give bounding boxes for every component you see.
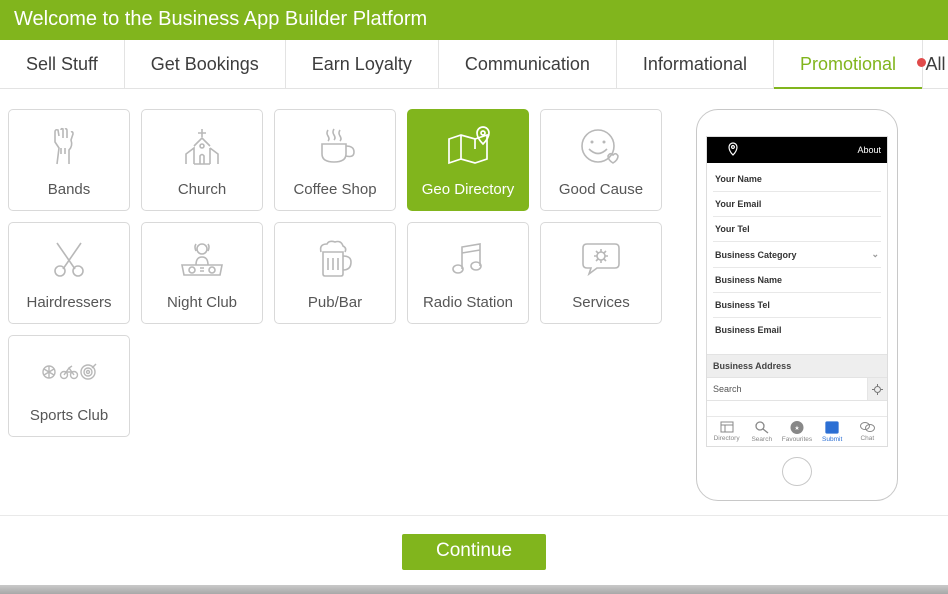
coffee-icon	[279, 120, 391, 171]
tile-pub-bar[interactable]: Pub/Bar	[274, 222, 396, 324]
phone-form: Your Name Your Email Your Tel Business C…	[707, 163, 887, 342]
nav-chat[interactable]: Chat	[850, 421, 885, 443]
tab-all[interactable]: All	[923, 40, 948, 88]
tile-geo-directory[interactable]: Geo Directory	[407, 109, 529, 211]
tile-bands[interactable]: Bands	[8, 109, 130, 211]
tab-communication[interactable]: Communication	[439, 40, 617, 88]
tile-label: Services	[572, 294, 630, 311]
map-pin-icon	[727, 142, 739, 159]
phone-section-header: Business Address	[707, 354, 887, 378]
tab-sell-stuff[interactable]: Sell Stuff	[0, 40, 125, 88]
phone-preview: About Your Name Your Email Your Tel Busi…	[696, 109, 906, 501]
footer-bar: Continue	[0, 515, 948, 570]
phone-screen: About Your Name Your Email Your Tel Busi…	[706, 136, 888, 447]
music-note-icon	[412, 233, 524, 284]
phone-topbar: About	[707, 137, 887, 163]
map-pin-icon	[412, 120, 524, 171]
tile-church[interactable]: Church	[141, 109, 263, 211]
bottom-shadow	[0, 585, 948, 594]
beer-icon	[279, 233, 391, 284]
form-row-your-name[interactable]: Your Name	[713, 167, 881, 192]
tile-coffee-shop[interactable]: Coffee Shop	[274, 109, 396, 211]
nav-tabs: Sell Stuff Get Bookings Earn Loyalty Com…	[0, 40, 948, 89]
tile-label: Bands	[48, 181, 91, 198]
tab-earn-loyalty[interactable]: Earn Loyalty	[286, 40, 439, 88]
chat-gear-icon	[545, 233, 657, 284]
form-row-business-category[interactable]: Business Category ⌄	[713, 242, 881, 268]
phone-home-button[interactable]	[782, 457, 812, 486]
title-bar: Welcome to the Business App Builder Plat…	[0, 0, 948, 40]
chevron-down-icon: ⌄	[871, 249, 879, 260]
tab-informational[interactable]: Informational	[617, 40, 774, 88]
tile-label: Coffee Shop	[293, 181, 376, 198]
form-row-business-email[interactable]: Business Email	[713, 318, 881, 342]
phone-search-input[interactable]: Search	[707, 378, 867, 400]
content-area: Bands Church Coffee Shop	[0, 89, 948, 501]
tile-hairdressers[interactable]: Hairdressers	[8, 222, 130, 324]
tab-promotional[interactable]: Promotional	[774, 40, 923, 88]
form-row-your-email[interactable]: Your Email	[713, 192, 881, 217]
dj-icon	[146, 233, 258, 284]
smile-heart-icon	[545, 120, 657, 171]
continue-button[interactable]: Continue	[402, 534, 546, 570]
tile-services[interactable]: Services	[540, 222, 662, 324]
sports-icon	[13, 346, 125, 397]
tile-label: Night Club	[167, 294, 237, 311]
tile-night-club[interactable]: Night Club	[141, 222, 263, 324]
tile-label: Church	[178, 181, 226, 198]
nav-search[interactable]: Search	[744, 421, 779, 443]
tile-label: Pub/Bar	[308, 294, 362, 311]
nav-directory[interactable]: Directory	[709, 421, 744, 443]
locate-icon[interactable]	[867, 378, 887, 400]
tile-label: Good Cause	[559, 181, 643, 198]
phone-search-row[interactable]: Search	[707, 378, 887, 401]
phone-bottom-nav: Directory Search Favourites Submit	[707, 416, 887, 446]
notification-dot-icon	[917, 58, 926, 67]
form-row-business-tel[interactable]: Business Tel	[713, 293, 881, 318]
form-row-your-tel[interactable]: Your Tel	[713, 217, 881, 242]
nav-favourites[interactable]: Favourites	[779, 421, 814, 443]
form-row-business-name[interactable]: Business Name	[713, 268, 881, 293]
tile-radio-station[interactable]: Radio Station	[407, 222, 529, 324]
scissors-icon	[13, 233, 125, 284]
bands-icon	[13, 120, 125, 171]
category-tile-grid: Bands Church Coffee Shop	[8, 109, 662, 501]
tile-label: Hairdressers	[26, 294, 111, 311]
tile-good-cause[interactable]: Good Cause	[540, 109, 662, 211]
tile-label: Sports Club	[30, 407, 108, 424]
tile-sports-club[interactable]: Sports Club	[8, 335, 130, 437]
tab-get-bookings[interactable]: Get Bookings	[125, 40, 286, 88]
title-text: Welcome to the Business App Builder Plat…	[14, 8, 427, 31]
nav-submit[interactable]: Submit	[815, 421, 850, 443]
phone-frame: About Your Name Your Email Your Tel Busi…	[696, 109, 898, 501]
tile-label: Geo Directory	[422, 181, 515, 198]
tile-label: Radio Station	[423, 294, 513, 311]
phone-about-link[interactable]: About	[857, 145, 887, 155]
church-icon	[146, 120, 258, 171]
